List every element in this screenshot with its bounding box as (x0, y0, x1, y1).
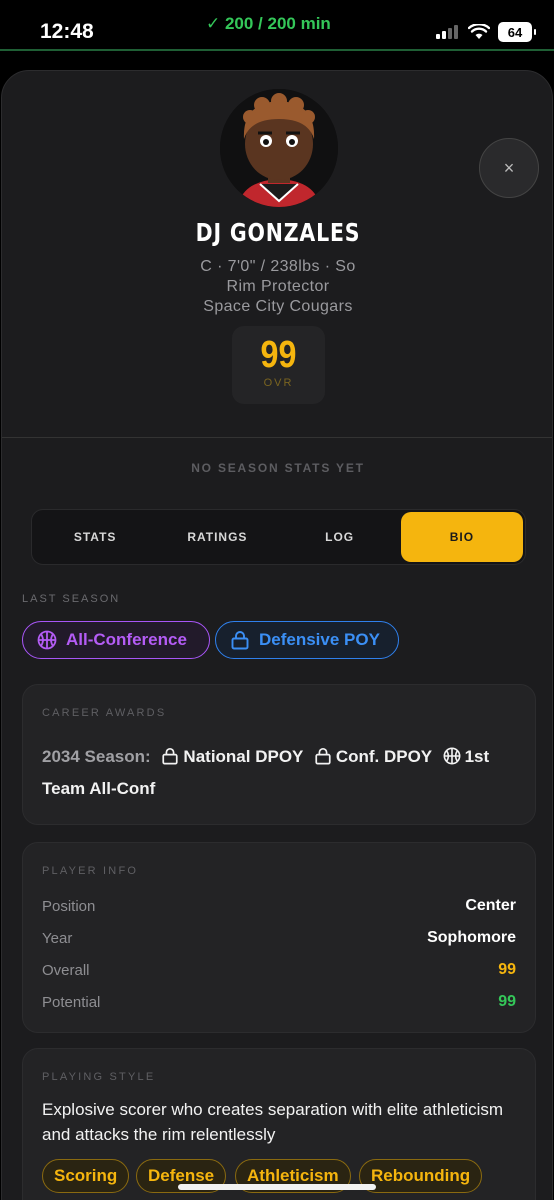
basketball-icon (37, 630, 57, 650)
player-avatar (220, 89, 338, 207)
screen-time-indicator: ✓ 200 / 200 min (206, 14, 331, 33)
career-awards-text: 2034 Season: National DPOY Conf. DPOY 1s… (42, 741, 519, 805)
player-team: Space City Cougars (203, 298, 353, 315)
badge-label: Defensive POY (259, 630, 380, 649)
wifi-icon (468, 24, 490, 39)
all-conference-badge: All-Conference (22, 621, 210, 659)
profile-tabs: STATS RATINGS LOG BIO (31, 509, 526, 565)
award-season: 2034 Season: (42, 747, 151, 766)
award-item: Conf. DPOY (335, 747, 432, 766)
battery-icon: 64 (498, 22, 536, 42)
status-time: 12:48 (40, 20, 94, 43)
info-value: 99 (498, 993, 516, 1010)
ovr-value: 99 (260, 334, 297, 376)
lock-icon (315, 747, 331, 765)
tab-ratings[interactable]: RATINGS (156, 512, 278, 562)
info-key: Potential (42, 993, 101, 1011)
info-key: Overall (42, 961, 90, 979)
style-tag: Rebounding (359, 1159, 483, 1193)
ovr-rating-box: 99 OVR (232, 326, 325, 404)
basketball-icon (443, 747, 461, 765)
info-value: Sophomore (427, 929, 516, 946)
card-title: PLAYING STYLE (42, 1071, 156, 1083)
no-season-stats-message: NO SEASON STATS YET (191, 461, 365, 475)
info-key: Year (42, 929, 73, 947)
tab-bio[interactable]: BIO (400, 512, 523, 562)
playing-style-card: PLAYING STYLE Explosive scorer who creat… (22, 1048, 536, 1200)
tab-log[interactable]: LOG (279, 512, 401, 562)
info-value: Center (465, 897, 516, 914)
last-season-label: LAST SEASON (22, 593, 121, 605)
close-button[interactable]: × (479, 138, 539, 198)
status-bar: 12:48 ✓ 200 / 200 min 64 (0, 0, 554, 51)
cellular-signal-icon (436, 25, 458, 39)
tab-stats[interactable]: STATS (34, 512, 156, 562)
lock-icon (162, 747, 179, 765)
style-tag: Scoring (42, 1159, 130, 1193)
player-info-card: PLAYER INFO Position Center Year Sophomo… (22, 842, 536, 1033)
card-title: CAREER AWARDS (42, 707, 167, 719)
playing-style-description: Explosive scorer who creates separation … (42, 1100, 504, 1144)
section-divider (2, 437, 552, 438)
award-item: National DPOY (183, 747, 304, 766)
info-value: 99 (498, 961, 516, 978)
player-position-line: C · 7'0" / 238lbs · So (200, 258, 356, 275)
player-archetype: Rim Protector (226, 278, 330, 295)
ovr-label: OVR (263, 377, 294, 389)
info-row-position: Position Center (42, 894, 516, 918)
lock-icon (231, 631, 249, 650)
info-row-year: Year Sophomore (42, 926, 516, 950)
info-key: Position (42, 897, 96, 915)
info-row-potential: Potential 99 (42, 990, 516, 1014)
status-divider (0, 49, 554, 51)
player-sheet: × DJ GONZALES C · 7'0" / 238lbs · So Rim… (1, 70, 553, 1200)
card-title: PLAYER INFO (42, 865, 139, 877)
status-icons: 64 (436, 22, 536, 42)
career-awards-card: CAREER AWARDS 2034 Season: National DPOY… (22, 684, 536, 825)
badge-label: All-Conference (66, 630, 187, 649)
player-name: DJ GONZALES (195, 218, 361, 247)
defensive-poy-badge: Defensive POY (215, 621, 399, 659)
home-indicator[interactable] (178, 1184, 376, 1190)
info-row-overall: Overall 99 (42, 958, 516, 982)
